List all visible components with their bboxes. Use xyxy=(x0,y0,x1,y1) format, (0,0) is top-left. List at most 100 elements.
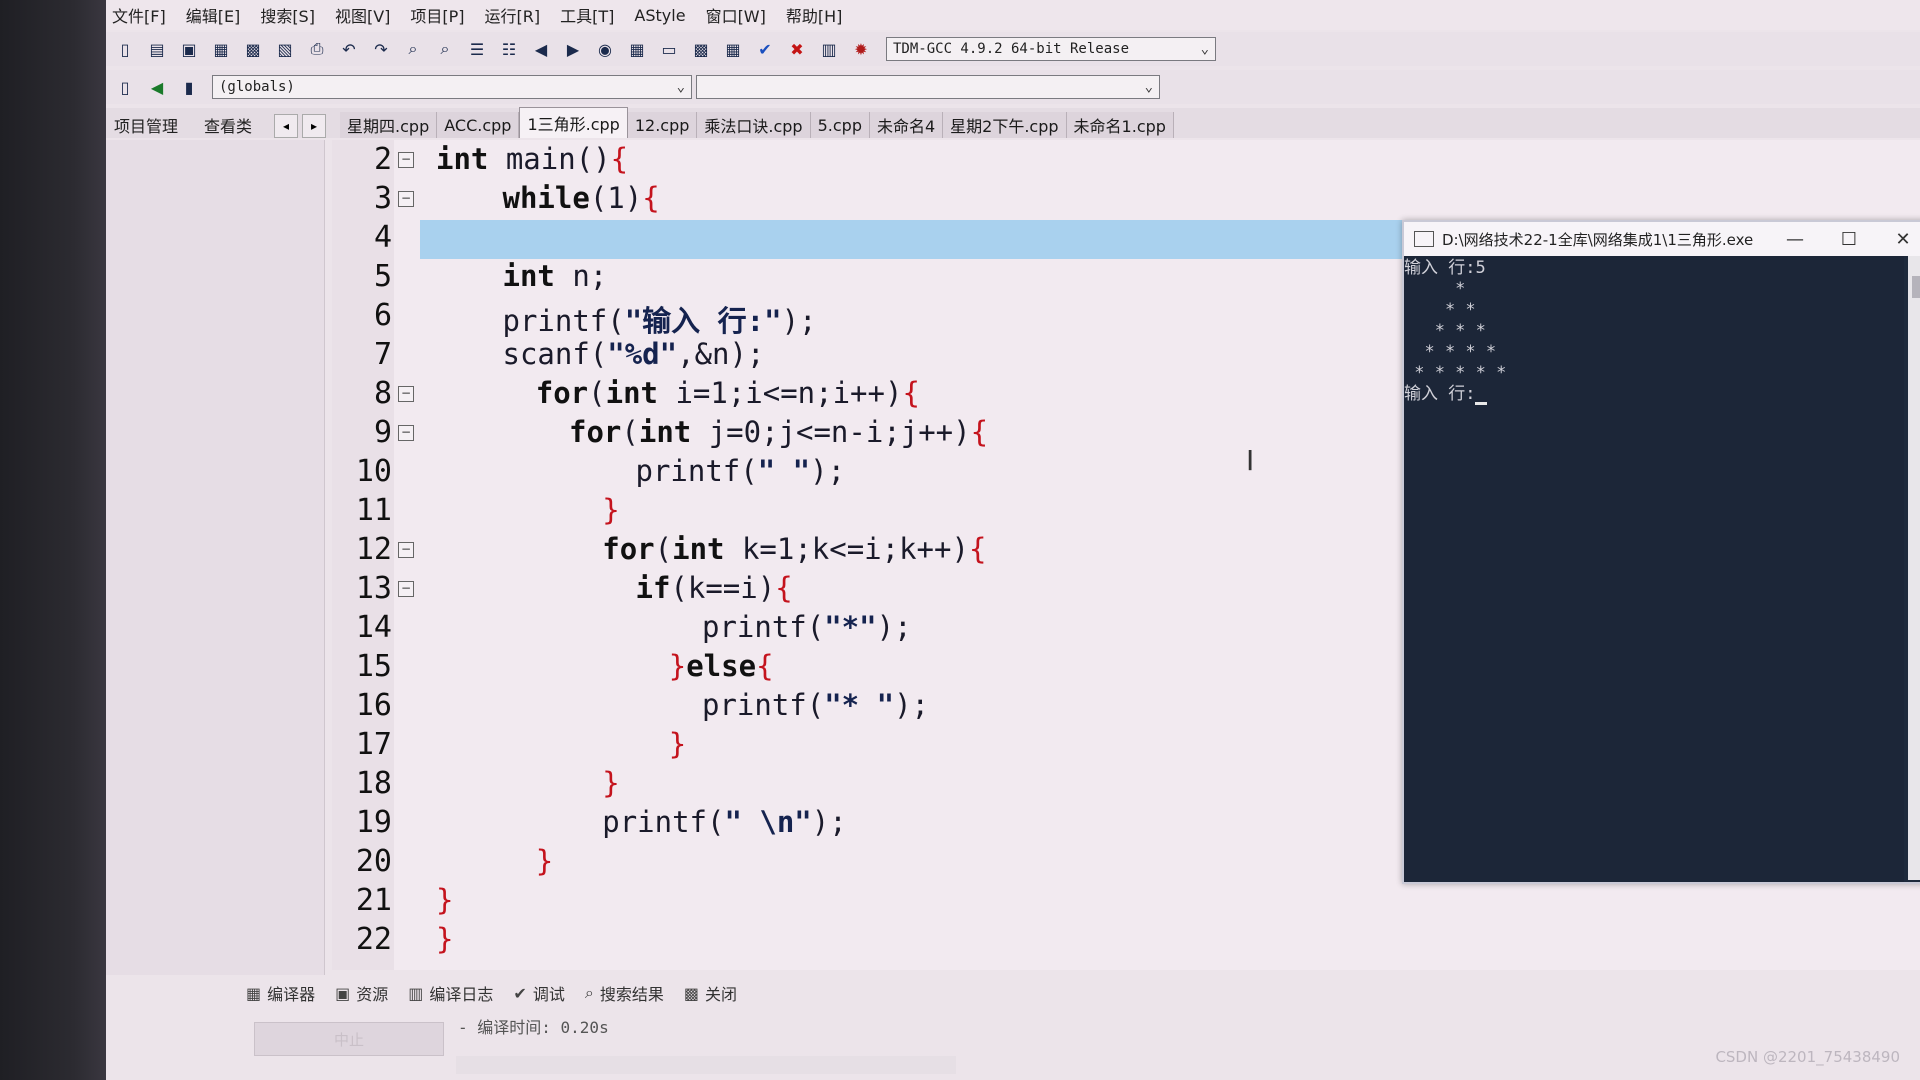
menu-item[interactable]: 编辑[E] xyxy=(186,3,241,27)
redo-icon[interactable]: ↷ xyxy=(368,36,394,62)
file-tab[interactable]: 12.cpp xyxy=(627,112,698,138)
code-line[interactable]: 2− int main(){ xyxy=(332,142,1920,181)
new-class-icon[interactable]: ▯ xyxy=(112,74,138,100)
member-select[interactable]: ⌄ xyxy=(696,75,1160,99)
find-icon[interactable]: ⌕ xyxy=(400,36,426,62)
chart-icon: ▥ xyxy=(408,983,424,1003)
compile-icon[interactable]: ▦ xyxy=(624,36,650,62)
indent-icon[interactable]: ☰ xyxy=(464,36,490,62)
line-number: 10 xyxy=(355,454,392,489)
compiler-select[interactable]: TDM-GCC 4.9.2 64-bit Release ⌄ xyxy=(886,37,1216,61)
tab-debug[interactable]: ✔ 调试 xyxy=(513,981,564,1005)
rebuild-icon[interactable]: ▦ xyxy=(720,36,746,62)
compile-run-icon[interactable]: ▩ xyxy=(688,36,714,62)
scope-select-value: (globals) xyxy=(219,79,295,95)
class-toolbar: ▯ ◀ ▮ (globals) ⌄ ⌄ xyxy=(106,70,1920,104)
line-number: 8 xyxy=(373,376,392,411)
code-text: printf(" \n"); xyxy=(602,805,847,839)
code-line[interactable]: 22} xyxy=(332,922,1920,961)
console-cursor xyxy=(1475,402,1488,405)
undo-icon[interactable]: ↶ xyxy=(336,36,362,62)
stop-icon[interactable]: ✖ xyxy=(784,36,810,62)
goto-forward-icon[interactable]: ▶ xyxy=(560,36,586,62)
scrollbar-thumb[interactable] xyxy=(1912,276,1920,298)
code-text: int n; xyxy=(502,259,608,293)
menu-item[interactable]: 文件[F] xyxy=(112,3,166,27)
console-line-text: * * * * xyxy=(1404,342,1497,362)
file-tab[interactable]: ACC.cpp xyxy=(437,112,520,138)
console-output[interactable]: 输入 行:5 * * * * * * * * * * * * * * * 输入 行… xyxy=(1404,256,1904,882)
log-horizontal-scrollbar[interactable] xyxy=(456,1056,956,1074)
code-line[interactable]: 21} xyxy=(332,883,1920,922)
console-line: * xyxy=(1404,279,1904,300)
stop-button[interactable]: 中止 xyxy=(254,1022,444,1056)
console-window[interactable]: D:\网络技术22-1全库\网络集成1\1三角形.exe — ☐ ✕ 输入 行:… xyxy=(1402,220,1920,884)
menu-item[interactable]: 窗口[W] xyxy=(706,3,766,27)
line-number: 7 xyxy=(373,337,392,372)
menu-item[interactable]: 工具[T] xyxy=(560,3,614,27)
tab-class-view[interactable]: 查看类 xyxy=(196,112,260,138)
new-file-icon[interactable]: ▯ xyxy=(112,36,138,62)
fold-toggle-icon[interactable]: − xyxy=(398,152,414,168)
print-icon[interactable]: ⎙ xyxy=(304,36,330,62)
code-text: }else{ xyxy=(668,649,774,683)
file-tab[interactable]: 乘法口诀.cpp xyxy=(697,112,811,138)
profile-icon[interactable]: ▥ xyxy=(816,36,842,62)
menu-item[interactable]: 搜索[S] xyxy=(260,3,315,27)
tab-label: 关闭 xyxy=(704,985,737,1004)
tab-scroll-left-icon[interactable]: ◂ xyxy=(274,114,299,138)
code-line[interactable]: 3− while(1){ xyxy=(332,181,1920,220)
tab-scroll-right-icon[interactable]: ▸ xyxy=(302,114,327,138)
replace-icon[interactable]: ⌕ xyxy=(432,36,458,62)
close-file-icon[interactable]: ▩ xyxy=(240,36,266,62)
menu-item[interactable]: AStyle xyxy=(634,6,685,25)
fold-toggle-icon[interactable]: − xyxy=(398,581,414,597)
menu-item[interactable]: 帮助[H] xyxy=(786,3,843,27)
close-icon[interactable]: ✕ xyxy=(1876,229,1920,250)
run-icon[interactable]: ▭ xyxy=(656,36,682,62)
open-file-icon[interactable]: ▤ xyxy=(144,36,170,62)
menu-item[interactable]: 项目[P] xyxy=(410,3,464,27)
console-scrollbar[interactable] xyxy=(1908,256,1920,880)
console-line: * * * xyxy=(1404,321,1904,342)
save-all-icon[interactable]: ▦ xyxy=(208,36,234,62)
console-line-text: * * * * * xyxy=(1404,363,1507,383)
bookmark-icon[interactable]: ◉ xyxy=(592,36,618,62)
scope-select[interactable]: (globals) ⌄ xyxy=(212,75,692,99)
console-line: 输入 行: xyxy=(1404,384,1904,405)
fold-toggle-icon[interactable]: − xyxy=(398,425,414,441)
code-text: } xyxy=(602,493,620,527)
tab-project-manager[interactable]: 项目管理 xyxy=(106,112,186,138)
tab-resources[interactable]: ▣ 资源 xyxy=(335,981,388,1005)
tab-compile-log[interactable]: ▥ 编译日志 xyxy=(408,981,493,1005)
toggle-bookmark-icon[interactable]: ▮ xyxy=(176,74,202,100)
tab-close[interactable]: ▩ 关闭 xyxy=(684,981,737,1005)
fold-toggle-icon[interactable]: − xyxy=(398,191,414,207)
tab-search-results[interactable]: ⌕ 搜索结果 xyxy=(585,981,664,1005)
fold-toggle-icon[interactable]: − xyxy=(398,542,414,558)
menu-item[interactable]: 运行[R] xyxy=(485,3,541,27)
file-tab[interactable]: 5.cpp xyxy=(810,112,870,138)
file-tab[interactable]: 未命名4 xyxy=(869,112,944,138)
unindent-icon[interactable]: ☷ xyxy=(496,36,522,62)
insert-icon[interactable]: ◀ xyxy=(144,74,170,100)
maximize-icon[interactable]: ☐ xyxy=(1822,229,1876,250)
close-all-icon[interactable]: ▧ xyxy=(272,36,298,62)
file-tab[interactable]: 未命名1.cpp xyxy=(1066,112,1174,138)
project-panel[interactable] xyxy=(106,140,325,975)
menu-item[interactable]: 视图[V] xyxy=(335,3,390,27)
console-line: * * * * xyxy=(1404,342,1904,363)
save-icon[interactable]: ▣ xyxy=(176,36,202,62)
console-line-text: * * * xyxy=(1404,321,1486,341)
file-tab[interactable]: 星期2下午.cpp xyxy=(943,112,1067,138)
minimize-icon[interactable]: — xyxy=(1768,229,1822,250)
debug-icon[interactable]: ✹ xyxy=(848,36,874,62)
file-tab[interactable]: 1三角形.cpp xyxy=(519,107,628,138)
file-tab[interactable]: 星期四.cpp xyxy=(340,112,438,138)
fold-toggle-icon[interactable]: − xyxy=(398,386,414,402)
code-text: if(k==i){ xyxy=(635,571,793,605)
tab-compiler[interactable]: ▦ 编译器 xyxy=(246,981,315,1005)
syntax-check-icon[interactable]: ✔ xyxy=(752,36,778,62)
goto-back-icon[interactable]: ◀ xyxy=(528,36,554,62)
tab-label: 调试 xyxy=(532,985,565,1004)
